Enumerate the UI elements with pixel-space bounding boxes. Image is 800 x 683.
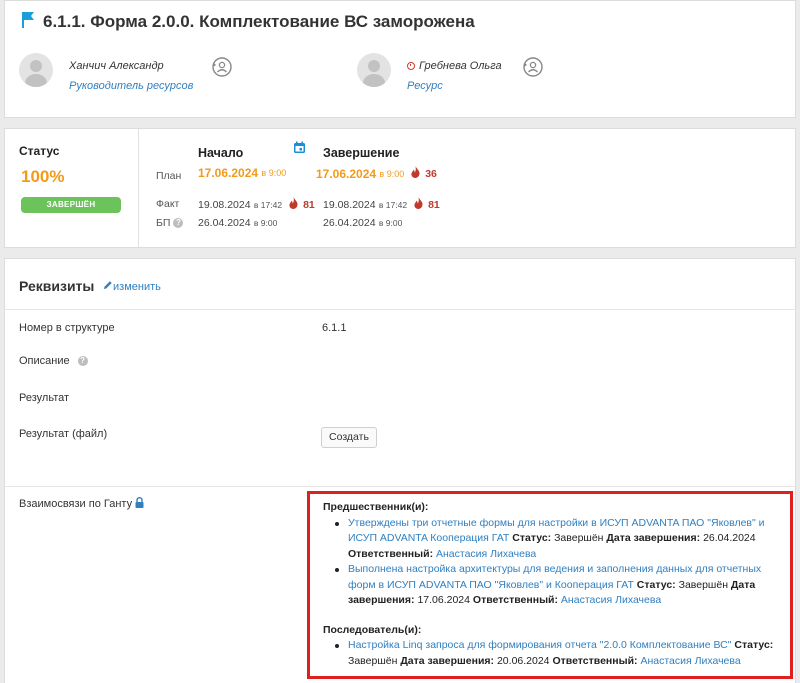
successors-list: Настройка Linq запроса для формирования … bbox=[335, 638, 780, 669]
fire-icon bbox=[289, 197, 298, 212]
result-label: Результат bbox=[19, 392, 70, 404]
clock-icon bbox=[407, 62, 415, 70]
plan-label: План bbox=[156, 170, 182, 182]
predecessors-header: Предшественник(и): bbox=[323, 501, 429, 513]
swap-user-icon[interactable] bbox=[211, 56, 233, 81]
owner-link[interactable]: Анастасия Лихачева bbox=[640, 655, 740, 667]
resource-name: Гребнева Ольга bbox=[419, 60, 502, 72]
create-file-button[interactable]: Создать bbox=[321, 427, 377, 448]
task-header: 6.1.1. Форма 2.0.0. Комплектование ВС за… bbox=[4, 0, 796, 118]
fact-start-late: 81 bbox=[303, 198, 315, 211]
status-percent: 100% bbox=[21, 167, 65, 186]
list-item: Утверждены три отчетные формы для настро… bbox=[335, 516, 780, 563]
help-icon[interactable]: ? bbox=[173, 218, 184, 228]
calendar-icon[interactable] bbox=[293, 141, 306, 157]
resource-role-link[interactable]: Ресурс bbox=[407, 80, 502, 92]
number-value: 6.1.1 bbox=[322, 322, 347, 334]
edit-link[interactable]: изменить bbox=[103, 280, 161, 293]
title-row: 6.1.1. Форма 2.0.0. Комплектование ВС за… bbox=[21, 11, 475, 32]
owner-link[interactable]: Анастасия Лихачева bbox=[436, 548, 536, 560]
manager-name: Ханчич Александр bbox=[69, 60, 164, 72]
swap-user-icon[interactable] bbox=[522, 56, 544, 81]
divider bbox=[5, 486, 795, 487]
status-panel: Статус 100% ЗАВЕРШЁН Начало Завершение П… bbox=[4, 128, 796, 248]
page-title: 6.1.1. Форма 2.0.0. Комплектование ВС за… bbox=[43, 11, 475, 31]
fact-start: 19.08.2024 в 17:42 81 bbox=[198, 197, 315, 212]
description-label: Описание ? bbox=[19, 355, 88, 367]
owner-link[interactable]: Анастасия Лихачева bbox=[561, 594, 661, 606]
details-title: Реквизиты bbox=[19, 278, 95, 294]
gantt-relations: Предшественник(и): Утверждены три отчетн… bbox=[307, 491, 793, 679]
lock-icon bbox=[135, 497, 144, 511]
baseline-end: 26.04.2024 в 9:00 bbox=[323, 217, 403, 229]
end-header: Завершение bbox=[323, 146, 400, 160]
number-label: Номер в структуре bbox=[19, 322, 115, 334]
result-file-label: Результат (файл) bbox=[19, 428, 108, 440]
plan-end: 17.06.2024 в 9:00 36 bbox=[316, 166, 437, 181]
predecessors-list: Утверждены три отчетные формы для настро… bbox=[335, 516, 780, 609]
fact-end-late: 81 bbox=[428, 198, 440, 211]
pencil-icon bbox=[103, 280, 113, 293]
plan-end-late: 36 bbox=[425, 167, 437, 180]
successor-link[interactable]: Настройка Linq запроса для формирования … bbox=[348, 639, 732, 651]
manager-role-link[interactable]: Руководитель ресурсов bbox=[69, 80, 193, 92]
gantt-label: Взаимосвязи по Ганту bbox=[19, 497, 144, 511]
flag-icon bbox=[21, 11, 35, 32]
help-icon[interactable]: ? bbox=[77, 356, 88, 366]
fact-end: 19.08.2024 в 17:42 81 bbox=[323, 197, 440, 212]
fact-label: Факт bbox=[156, 198, 180, 210]
fire-icon bbox=[414, 197, 423, 212]
avatar bbox=[357, 53, 391, 87]
start-header: Начало bbox=[198, 146, 244, 160]
successors-header: Последователь(и): bbox=[323, 623, 422, 636]
divider bbox=[5, 309, 795, 310]
list-item: Выполнена настройка архитектуры для веде… bbox=[335, 562, 780, 609]
plan-start: 17.06.2024 в 9:00 bbox=[198, 166, 287, 180]
avatar bbox=[19, 53, 53, 87]
status-badge: ЗАВЕРШЁН bbox=[21, 197, 121, 213]
fire-icon bbox=[411, 166, 420, 181]
resource-card: Гребнева Ольга Ресурс bbox=[357, 53, 544, 92]
status-label: Статус bbox=[19, 144, 60, 158]
list-item: Настройка Linq запроса для формирования … bbox=[335, 638, 780, 669]
details-panel: Реквизиты изменить Номер в структуре 6.1… bbox=[4, 258, 796, 683]
baseline-start: 26.04.2024 в 9:00 bbox=[198, 217, 278, 229]
baseline-label: БП ? bbox=[156, 217, 184, 229]
manager-card: Ханчич Александр Руководитель ресурсов bbox=[19, 53, 233, 92]
